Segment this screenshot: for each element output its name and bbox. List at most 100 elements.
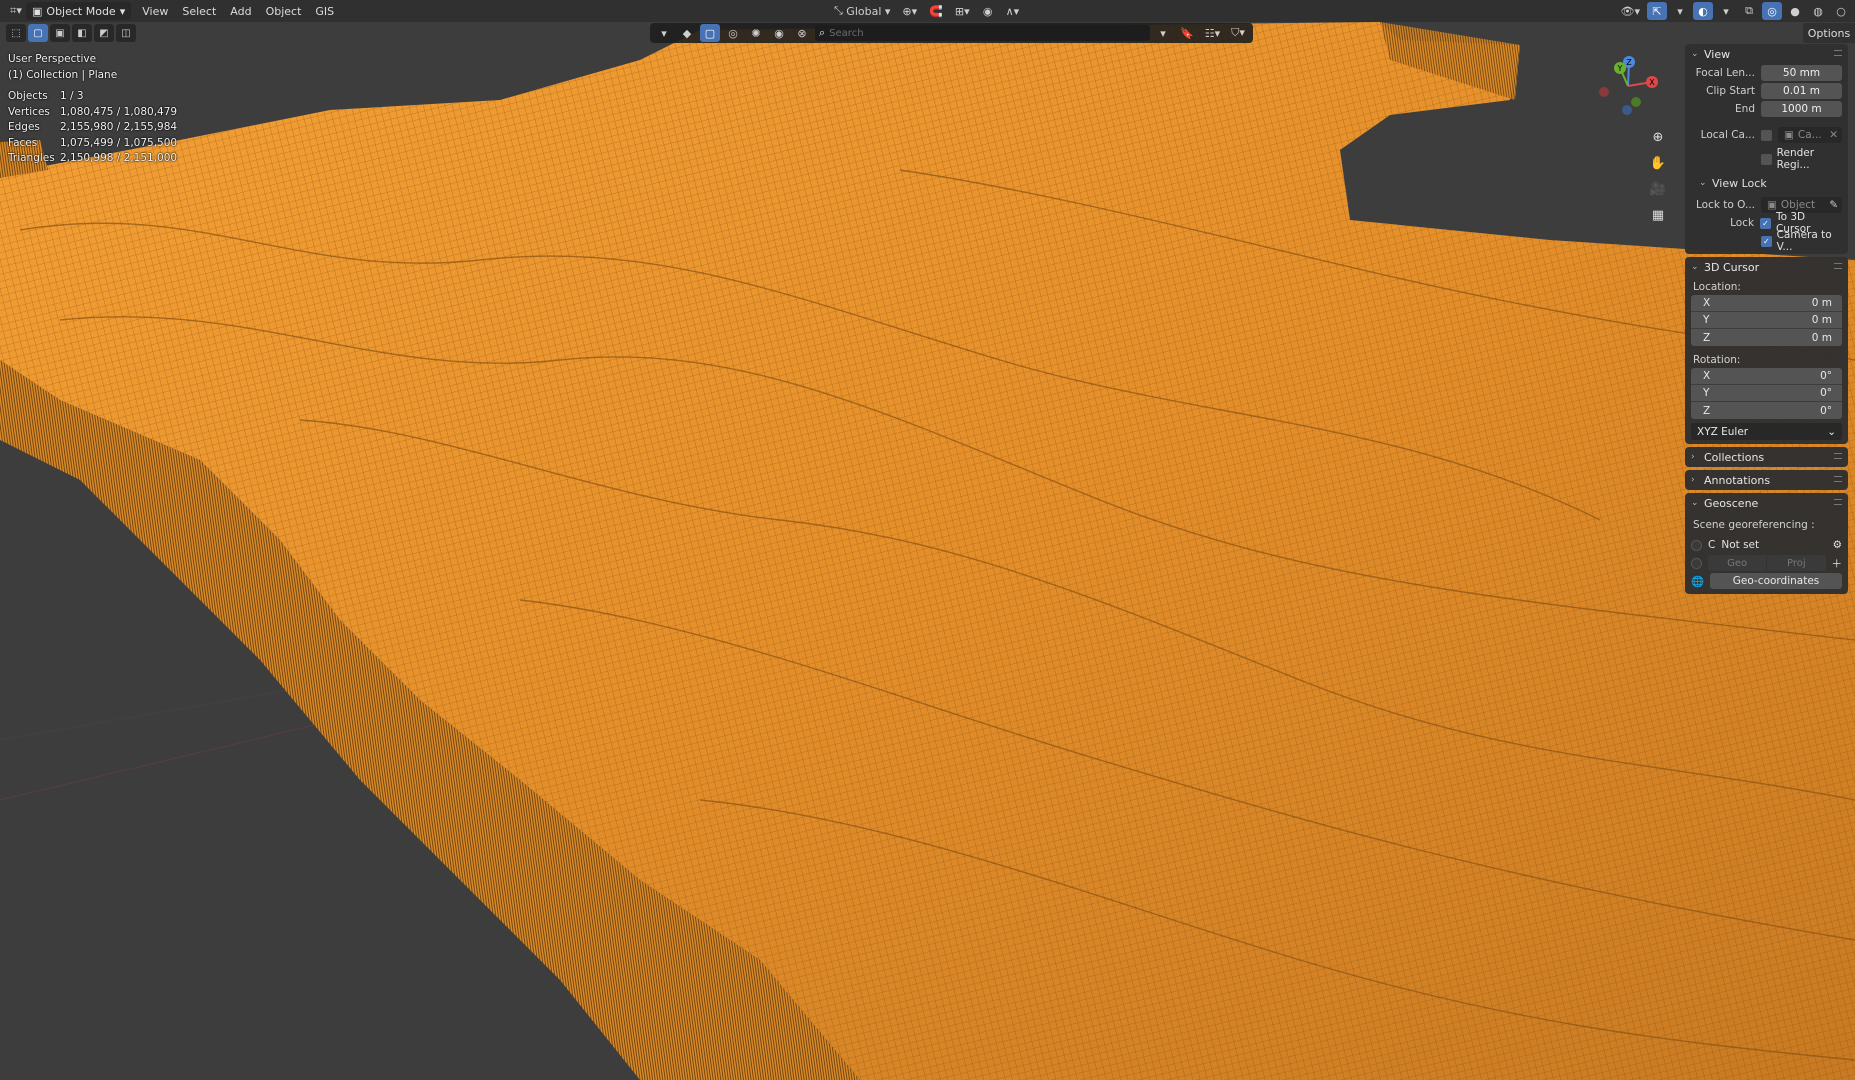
- render-region-checkbox[interactable]: [1761, 153, 1772, 165]
- ortho-grid-icon[interactable]: ▦: [1647, 204, 1669, 226]
- gizmo-neg-y[interactable]: [1631, 97, 1641, 107]
- crs-radio[interactable]: [1691, 539, 1702, 551]
- menu-object[interactable]: Object: [259, 3, 309, 20]
- select-intersect-icon[interactable]: ◫: [116, 24, 136, 42]
- light-filter-icon[interactable]: ✺: [746, 24, 766, 42]
- gizmo-neg-z[interactable]: [1622, 105, 1632, 115]
- view-lock-header[interactable]: ⌄ View Lock: [1685, 174, 1848, 192]
- mode-selector[interactable]: ▣ Object Mode ▾: [26, 2, 132, 20]
- transform-orientation[interactable]: ⤡ Global ▾: [830, 2, 894, 20]
- snap-icon[interactable]: 🧲: [925, 2, 947, 20]
- rotation-x-field[interactable]: X 0°: [1691, 368, 1842, 385]
- rotation-vector: X 0° Y 0° Z 0°: [1691, 368, 1842, 419]
- rotation-y-field[interactable]: Y 0°: [1691, 385, 1842, 402]
- proj-button[interactable]: Proj: [1767, 555, 1826, 571]
- local-camera-field[interactable]: ▣ Ca... ✕: [1778, 127, 1842, 143]
- geo-button[interactable]: Geo: [1708, 555, 1767, 571]
- drag-grip-icon[interactable]: [1834, 499, 1842, 505]
- axis-label: Y: [1703, 387, 1710, 399]
- menu-add[interactable]: Add: [223, 3, 258, 20]
- drag-grip-icon[interactable]: [1834, 50, 1842, 56]
- chevron-down-icon[interactable]: ▾: [654, 24, 674, 42]
- select-new-icon[interactable]: ▢: [28, 24, 48, 42]
- local-camera-checkbox[interactable]: [1761, 129, 1772, 141]
- navigation-gizmo[interactable]: X Z Y: [1596, 54, 1660, 118]
- annotations-header[interactable]: › Annotations: [1685, 470, 1848, 490]
- location-z-field[interactable]: Z 0 m: [1691, 329, 1842, 346]
- gear-icon[interactable]: ⚙: [1833, 539, 1842, 551]
- options-button[interactable]: Options: [1803, 23, 1855, 43]
- focal-length-field[interactable]: 50 mm: [1761, 65, 1842, 81]
- sort-icon[interactable]: ☷▾: [1201, 24, 1224, 42]
- snap-target-icon[interactable]: ⊞▾: [951, 2, 974, 20]
- geoscene-header[interactable]: ⌄ Geoscene: [1685, 493, 1848, 513]
- overlay-toggle-icon[interactable]: ◐: [1693, 2, 1713, 20]
- drag-grip-icon[interactable]: [1834, 263, 1842, 269]
- material-shading-icon[interactable]: ◍: [1808, 2, 1828, 20]
- select-subtract-icon[interactable]: ◧: [72, 24, 92, 42]
- rotation-z-field[interactable]: Z 0°: [1691, 402, 1842, 419]
- bookmark-icon[interactable]: 🔖: [1176, 24, 1198, 42]
- proportional-edit-icon[interactable]: ◉: [978, 2, 998, 20]
- select-tool-icon[interactable]: ⬚: [6, 24, 26, 42]
- material-filter-icon[interactable]: ◎: [723, 24, 743, 42]
- menu-view[interactable]: View: [135, 3, 175, 20]
- 3d-cursor-header[interactable]: ⌄ 3D Cursor: [1685, 257, 1848, 277]
- falloff-icon[interactable]: ∧▾: [1002, 2, 1024, 20]
- drag-grip-icon[interactable]: [1834, 453, 1842, 459]
- panel-title: View: [1704, 47, 1731, 61]
- pivot-point-icon[interactable]: ⊕▾: [898, 2, 921, 20]
- select-extend-icon[interactable]: ▣: [50, 24, 70, 42]
- terrain-wireframe-mesh[interactable]: [0, 0, 1855, 1080]
- stat-value: 2,150,998 / 2,151,000: [60, 152, 178, 164]
- filter-icon[interactable]: ⛉▾: [1227, 24, 1249, 42]
- solid-shading-icon[interactable]: ●: [1785, 2, 1805, 20]
- axis-label: Y: [1703, 314, 1710, 326]
- collections-header[interactable]: › Collections: [1685, 447, 1848, 467]
- drag-grip-icon[interactable]: [1834, 476, 1842, 482]
- location-y-field[interactable]: Y 0 m: [1691, 312, 1842, 329]
- to-3d-cursor-checkbox[interactable]: ✓: [1760, 217, 1771, 229]
- xray-icon[interactable]: ⧉: [1739, 2, 1759, 20]
- world-filter-icon[interactable]: ⊗: [792, 24, 812, 42]
- pan-hand-icon[interactable]: ✋: [1647, 152, 1669, 174]
- chevron-down-icon[interactable]: ▾: [1153, 24, 1173, 42]
- menu-select[interactable]: Select: [175, 3, 223, 20]
- menu-gis[interactable]: GIS: [308, 3, 341, 20]
- select-invert-icon[interactable]: ◩: [94, 24, 114, 42]
- camera-filter-icon[interactable]: ◉: [769, 24, 789, 42]
- gizmo-neg-x[interactable]: [1599, 87, 1609, 97]
- render-region-row[interactable]: Render Regi...: [1685, 147, 1848, 171]
- camera-to-view-row[interactable]: ✓ Camera to V...: [1685, 229, 1848, 253]
- view-panel-header[interactable]: ⌄ View: [1685, 44, 1848, 64]
- close-icon[interactable]: ✕: [1829, 129, 1842, 141]
- color-picker-icon[interactable]: ◆: [677, 24, 697, 42]
- overlay-dropdown-icon[interactable]: ▾: [1716, 2, 1736, 20]
- eyedropper-icon[interactable]: ✎: [1829, 199, 1842, 211]
- lock-label: Lock: [1730, 217, 1755, 229]
- rendered-shading-icon[interactable]: ○: [1831, 2, 1851, 20]
- visibility-icon[interactable]: 👁▾: [1617, 2, 1645, 20]
- camera-view-icon[interactable]: 🎥: [1647, 178, 1669, 200]
- panel-title: Annotations: [1704, 473, 1771, 487]
- wireframe-shading-icon[interactable]: ◎: [1762, 2, 1782, 20]
- gizmo-dropdown-icon[interactable]: ▾: [1670, 2, 1690, 20]
- object-filter-icon[interactable]: ▢: [700, 24, 720, 42]
- zoom-icon[interactable]: ⊕: [1647, 126, 1669, 148]
- location-x-field[interactable]: X 0 m: [1691, 295, 1842, 312]
- clip-start-field[interactable]: 0.01 m: [1761, 83, 1842, 99]
- geo-coordinates-button[interactable]: Geo-coordinates: [1710, 573, 1842, 589]
- gizmo-toggle-icon[interactable]: ⇱: [1647, 2, 1667, 20]
- search-input[interactable]: [829, 27, 1130, 39]
- 3d-viewport[interactable]: [0, 0, 1855, 1080]
- editor-type-icon[interactable]: ⌗▾: [6, 2, 26, 20]
- search-field[interactable]: ⌕: [815, 25, 1150, 41]
- geo-radio[interactable]: [1691, 557, 1702, 569]
- add-icon[interactable]: ＋: [1832, 556, 1843, 571]
- clip-end-field[interactable]: 1000 m: [1761, 101, 1842, 117]
- axis-value: 0 m: [1811, 297, 1832, 309]
- chevron-down-icon: ⌄: [1691, 498, 1699, 508]
- rotation-mode-select[interactable]: XYZ Euler ⌄: [1691, 423, 1842, 440]
- local-camera-row: Local Ca... ▣ Ca... ✕: [1685, 126, 1848, 144]
- camera-to-view-checkbox[interactable]: ✓: [1761, 235, 1772, 247]
